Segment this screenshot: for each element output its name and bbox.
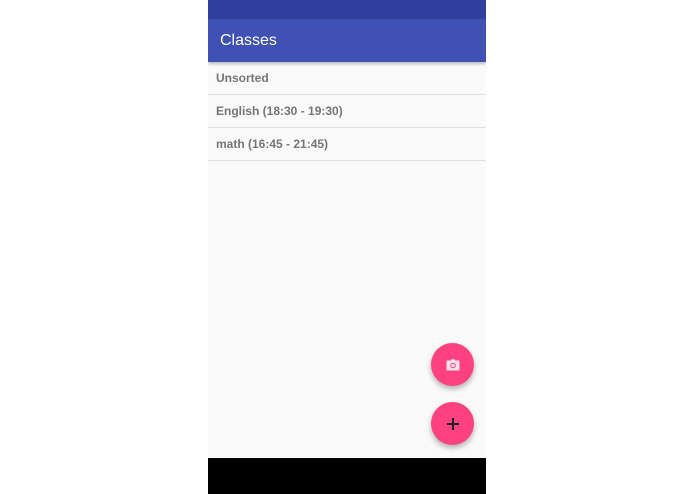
class-list: Unsorted English (18:30 - 19:30) math (1… — [208, 62, 486, 161]
app-bar: Classes — [208, 19, 486, 62]
list-item-unsorted[interactable]: Unsorted — [208, 62, 486, 95]
camera-icon — [446, 358, 460, 371]
status-bar — [208, 0, 486, 19]
phone-screen: Classes Unsorted English (18:30 - 19:30)… — [208, 0, 486, 494]
plus-icon — [446, 417, 459, 430]
camera-fab-button[interactable] — [431, 343, 474, 386]
list-item-math[interactable]: math (16:45 - 21:45) — [208, 128, 486, 161]
list-item-english[interactable]: English (18:30 - 19:30) — [208, 95, 486, 128]
navigation-bar — [208, 458, 486, 494]
page-title: Classes — [220, 32, 277, 49]
add-class-fab-button[interactable] — [431, 402, 474, 445]
